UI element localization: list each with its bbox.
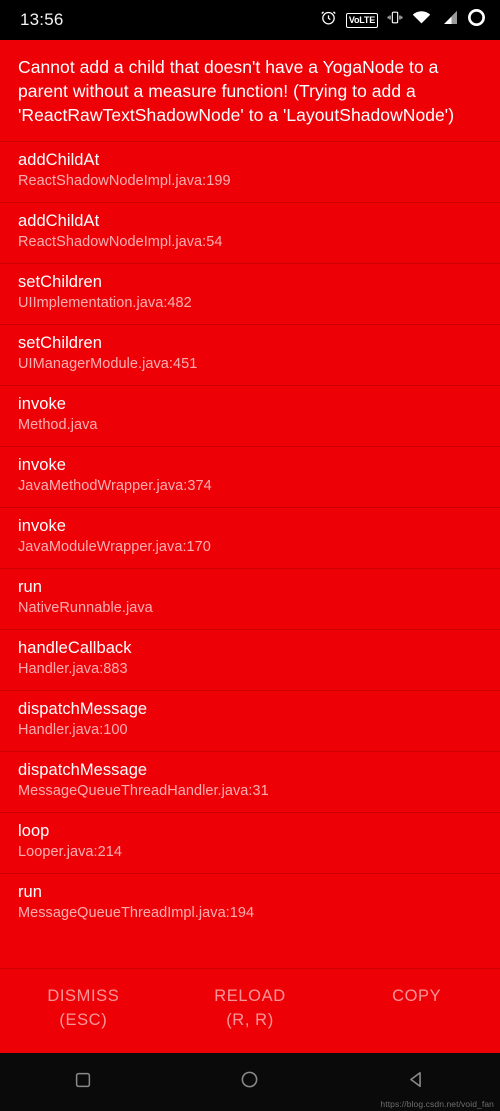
square-icon xyxy=(74,1071,92,1094)
stack-frame-row[interactable]: run NativeRunnable.java xyxy=(0,568,500,629)
battery-icon xyxy=(467,8,486,32)
stack-frame-method: dispatchMessage xyxy=(18,761,148,780)
stack-frame-method: handleCallback xyxy=(18,639,132,658)
redbox-error-overlay: Cannot add a child that doesn't have a Y… xyxy=(0,40,500,1053)
stack-frame-row[interactable]: run MessageQueueThreadImpl.java:194 xyxy=(0,873,500,934)
stack-frame-method: setChildren xyxy=(18,273,103,292)
volte-icon: VoLTE xyxy=(345,12,378,28)
stack-frame-method: loop xyxy=(18,822,50,841)
phone-screen: 13:56 VoLTE Cannot add a child that does… xyxy=(0,0,500,1111)
watermark: https://blog.csdn.net/void_fan xyxy=(380,1099,494,1109)
status-bar: 13:56 VoLTE xyxy=(0,0,500,40)
stack-frame-row[interactable]: invoke JavaModuleWrapper.java:170 xyxy=(0,507,500,568)
circle-icon xyxy=(240,1070,259,1094)
stack-frame-method: invoke xyxy=(18,395,66,414)
dismiss-button[interactable]: DISMISS (ESC) xyxy=(0,985,167,1033)
wifi-icon xyxy=(412,10,431,30)
stack-frame-method: addChildAt xyxy=(18,212,100,231)
vibrate-mode-icon xyxy=(387,9,403,31)
stack-frame-file: Method.java xyxy=(18,417,98,434)
action-shortcut: (R, R) xyxy=(226,1011,274,1030)
status-bar-clock: 13:56 xyxy=(20,10,64,29)
reload-button[interactable]: RELOAD (R, R) xyxy=(167,985,334,1033)
stack-trace-list: addChildAt ReactShadowNodeImpl.java:199 ad… xyxy=(0,141,500,968)
stack-frame-file: Handler.java:883 xyxy=(18,661,128,678)
stack-frame-method: invoke xyxy=(18,517,66,536)
error-message: Cannot add a child that doesn't have a Y… xyxy=(18,57,455,125)
triangle-left-icon xyxy=(407,1070,426,1094)
stack-frame-file: JavaMethodWrapper.java:374 xyxy=(18,478,212,495)
action-label: DISMISS xyxy=(47,987,120,1006)
stack-frame-method: run xyxy=(18,883,42,902)
stack-frame-row[interactable]: invoke JavaMethodWrapper.java:374 xyxy=(0,446,500,507)
stack-frame-row[interactable]: setChildren UIManagerModule.java:451 xyxy=(0,324,500,385)
back-button[interactable] xyxy=(391,1062,443,1102)
stack-frame-method: setChildren xyxy=(18,334,103,353)
stack-frame-file: MessageQueueThreadImpl.java:194 xyxy=(18,905,255,922)
stack-frame-method: dispatchMessage xyxy=(18,700,148,719)
stack-frame-file: Looper.java:214 xyxy=(18,844,122,861)
status-bar-icons: VoLTE xyxy=(320,8,486,32)
stack-frame-row[interactable]: addChildAt ReactShadowNodeImpl.java:54 xyxy=(0,202,500,263)
stack-frame-method: run xyxy=(18,578,42,597)
stack-frame-row[interactable]: dispatchMessage Handler.java:100 xyxy=(0,690,500,751)
recents-button[interactable] xyxy=(57,1062,109,1102)
stack-frame-file: UIManagerModule.java:451 xyxy=(18,356,198,373)
action-button-bar: DISMISS (ESC) RELOAD (R, R) COPY xyxy=(0,968,500,1053)
stack-frame-row[interactable]: invoke Method.java xyxy=(0,385,500,446)
stack-frame-row[interactable]: dispatchMessage MessageQueueThreadHandler… xyxy=(0,751,500,812)
stack-frame-row[interactable]: handleCallback Handler.java:883 xyxy=(0,629,500,690)
home-button[interactable] xyxy=(224,1062,276,1102)
alarm-clock-icon xyxy=(320,9,337,31)
stack-frame-file: Handler.java:100 xyxy=(18,722,128,739)
stack-frame-row[interactable]: setChildren UIImplementation.java:482 xyxy=(0,263,500,324)
stack-frame-row[interactable]: loop Looper.java:214 xyxy=(0,812,500,873)
action-label: COPY xyxy=(392,987,442,1006)
stack-frame-method: addChildAt xyxy=(18,151,100,170)
action-shortcut: (ESC) xyxy=(59,1011,108,1030)
stack-frame-file: ReactShadowNodeImpl.java:199 xyxy=(18,173,231,190)
android-navigation-bar: https://blog.csdn.net/void_fan xyxy=(0,1053,500,1111)
stack-frame-file: MessageQueueThreadHandler.java:31 xyxy=(18,783,269,800)
stack-frame-file: ReactShadowNodeImpl.java:54 xyxy=(18,234,223,251)
action-label: RELOAD xyxy=(214,987,286,1006)
stack-frame-file: JavaModuleWrapper.java:170 xyxy=(18,539,211,556)
stack-frame-row[interactable]: addChildAt ReactShadowNodeImpl.java:199 xyxy=(0,141,500,202)
stack-frame-method: invoke xyxy=(18,456,66,475)
stack-frame-file: UIImplementation.java:482 xyxy=(18,295,192,312)
stack-frame-file: NativeRunnable.java xyxy=(18,600,153,617)
copy-button[interactable]: COPY xyxy=(333,985,500,1033)
cellular-signal-icon xyxy=(440,10,458,30)
